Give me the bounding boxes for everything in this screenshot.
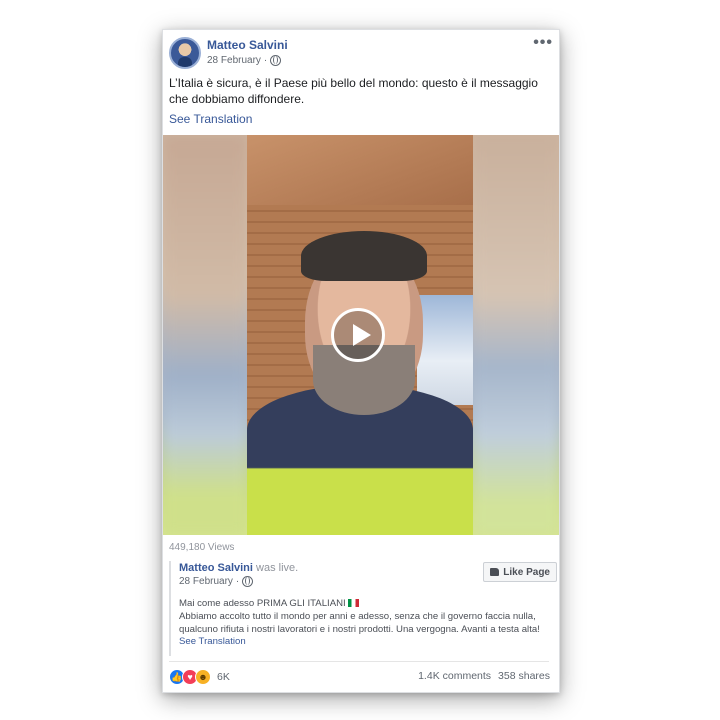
shared-line-3: qualcuno rifiuta i nostri lavoratori e i…	[179, 624, 540, 635]
profile-avatar[interactable]	[169, 37, 201, 69]
divider	[169, 661, 549, 662]
shared-line-2: Abbiamo accolto tutto il mondo per anni …	[179, 611, 536, 622]
like-page-button[interactable]: Like Page	[483, 562, 557, 582]
shared-author[interactable]: Matteo Salvini was live.	[179, 562, 298, 574]
more-options-icon[interactable]: •••	[533, 34, 553, 52]
like-page-label: Like Page	[503, 566, 550, 578]
reaction-count: 6K	[217, 671, 230, 683]
haha-reaction-icon: ☻	[195, 669, 211, 685]
thumbs-up-icon	[490, 568, 500, 576]
shared-see-translation-link[interactable]: See Translation	[179, 636, 246, 647]
shared-author-name[interactable]: Matteo Salvini	[179, 562, 253, 574]
play-icon[interactable]	[331, 308, 385, 362]
post-meta: 28 February ·	[207, 55, 282, 66]
post-date[interactable]: 28 February	[207, 55, 261, 66]
shared-date[interactable]: 28 February	[179, 576, 233, 587]
shares-count[interactable]: 358 shares	[498, 670, 550, 682]
flag-italy-icon	[348, 599, 360, 607]
globe-icon	[242, 576, 254, 587]
globe-icon	[270, 55, 282, 66]
live-status: was live.	[256, 562, 299, 574]
see-translation-link[interactable]: See Translation	[169, 112, 252, 126]
shared-line-1: Mai come adesso PRIMA GLI ITALIANI	[179, 598, 346, 609]
view-count: 449,180 Views	[169, 542, 235, 553]
shared-meta: 28 February ·	[179, 576, 254, 587]
engagement-stats: 1.4K comments 358 shares	[418, 670, 550, 682]
meta-separator: ·	[235, 576, 240, 587]
meta-separator: ·	[263, 55, 268, 66]
post-card: Matteo Salvini 28 February · ••• L’Itali…	[162, 29, 560, 693]
snowy-window	[417, 295, 473, 405]
wood-ceiling	[247, 135, 473, 205]
video-player[interactable]	[163, 135, 559, 535]
shared-text: Mai come adesso PRIMA GLI ITALIANI Abbia…	[179, 597, 554, 636]
reactions-summary[interactable]: 👍 ♥ ☻ 6K	[169, 669, 230, 685]
post-text: L’Italia è sicura, è il Paese più bello …	[169, 76, 538, 106]
hair	[301, 231, 427, 281]
shared-live-post: Matteo Salvini was live. 28 February · L…	[169, 561, 557, 656]
post-author-name[interactable]: Matteo Salvini	[207, 38, 288, 52]
comments-count[interactable]: 1.4K comments	[418, 670, 491, 682]
video-blur-left	[163, 135, 247, 535]
video-blur-right	[473, 135, 559, 535]
